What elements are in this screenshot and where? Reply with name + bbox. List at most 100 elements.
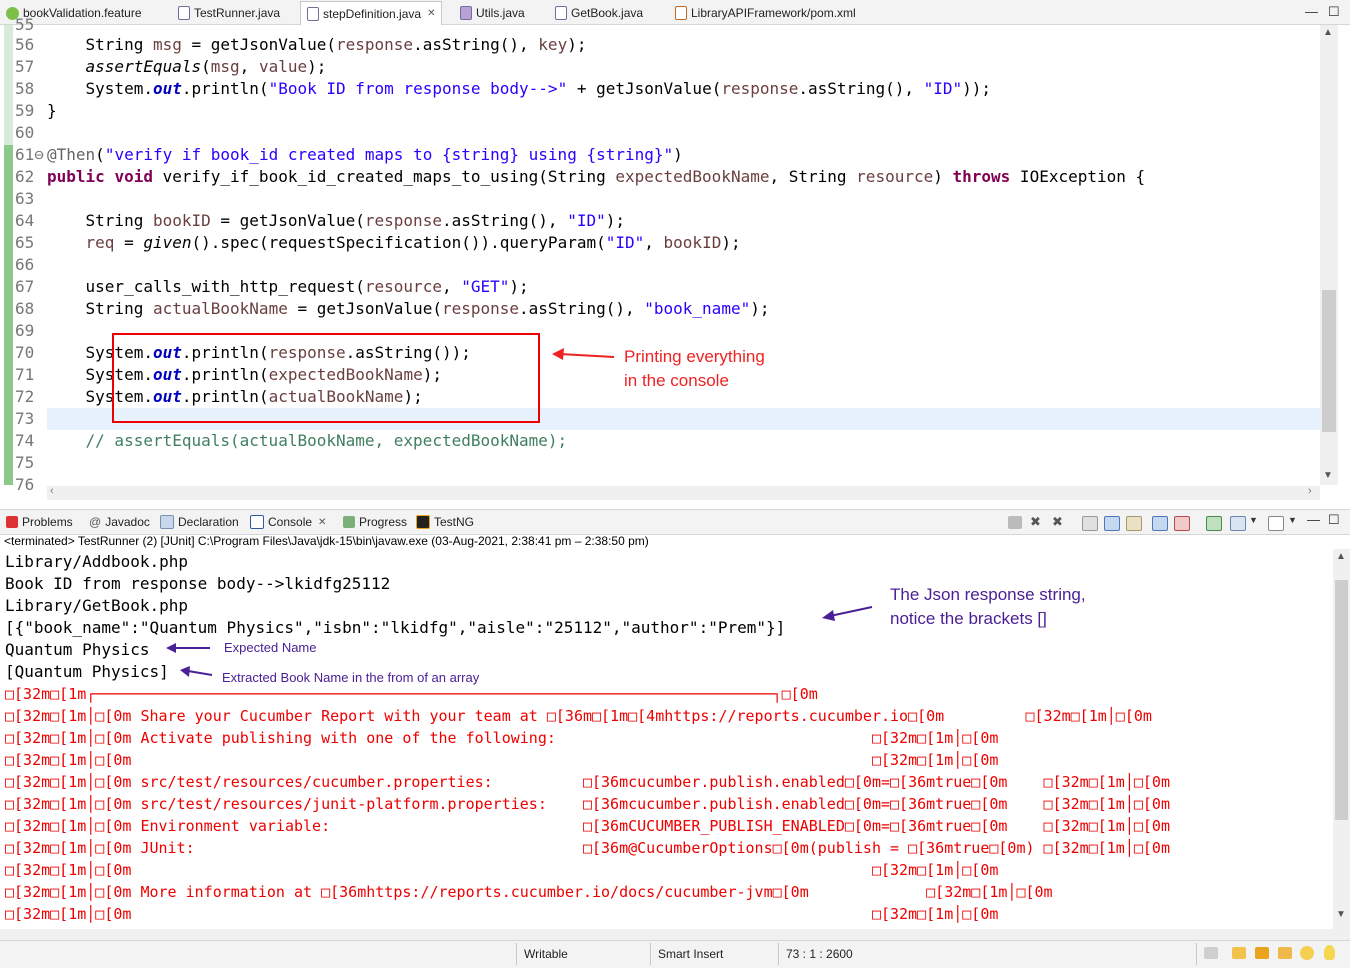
console-line: [{"book_name":"Quantum Physics","isbn":"… [5,618,786,637]
minimize-icon[interactable]: — [1307,512,1320,527]
scroll-up-icon[interactable]: ▲ [1323,27,1333,38]
annotation-printing-line1: Printing everything [624,347,765,366]
declaration-icon [160,515,174,529]
tab-problems[interactable]: Problems [6,515,73,529]
line-number[interactable]: 61⊖ [15,144,44,166]
chevron-down-icon[interactable]: ▼ [1288,515,1297,525]
pin-console-icon[interactable] [1206,516,1222,531]
maximize-icon[interactable]: ☐ [1328,4,1340,20]
console-horizontal-scrollbar[interactable] [0,929,1350,940]
lightbulb-icon[interactable] [1324,945,1335,960]
remove-all-icon[interactable]: ✖ [1052,514,1066,529]
show-on-error-icon[interactable] [1174,516,1190,531]
chevron-down-icon[interactable]: ▼ [1249,515,1258,525]
pencil-icon[interactable] [1278,947,1292,959]
java-file-icon [307,6,319,21]
console-line: Book ID from response body-->lkidfg25112 [5,574,391,593]
close-tab-icon[interactable]: ✕ [427,8,435,19]
java-file-icon [460,6,472,20]
line-number: 62 [15,167,35,186]
terminate-icon[interactable] [1008,516,1022,529]
code-line-67[interactable]: user_calls_with_http_request(resource, "… [47,276,529,298]
console-icon [250,515,264,529]
scroll-lock-icon[interactable] [1104,516,1120,531]
annotation-extracted-name: Extracted Book Name in the from of an ar… [222,670,480,685]
purple-arrow-icon [166,643,210,653]
open-console-icon[interactable] [1268,516,1284,531]
remove-launch-icon[interactable]: ✖ [1030,514,1044,529]
code-line-65[interactable]: req = given().spec(requestSpecification(… [47,232,741,254]
scroll-right-icon[interactable]: › [1308,485,1312,497]
editor-horizontal-scrollbar[interactable] [47,486,1320,500]
change-marker [4,145,13,485]
purple-arrow-icon [180,666,213,677]
tab-stepdefinition-java[interactable]: stepDefinition.java ✕ [300,1,443,25]
tab-pom-xml[interactable]: LibraryAPIFramework/pom.xml [675,3,856,23]
status-bar: Writable Smart Insert 73 : 1 : 2600 [0,940,1350,968]
tab-testrunner-java[interactable]: TestRunner.java [178,3,280,23]
hammer-icon[interactable] [1204,947,1218,959]
show-on-output-icon[interactable] [1152,516,1168,531]
tab-progress[interactable]: Progress [343,515,407,529]
tab-declaration[interactable]: Declaration [160,515,239,529]
tab-testng[interactable]: TestNG [416,515,474,529]
line-number: 56 [15,35,35,54]
line-number: 76 [15,475,35,494]
scroll-down-icon[interactable]: ▼ [1336,909,1346,920]
line-number: 58 [15,79,35,98]
code-line-62[interactable]: public void verify_if_book_id_created_ma… [47,166,1145,188]
smiley-icon[interactable] [1300,946,1314,960]
console-line: □[32m□[1m│□[0m □[32m□[1m│□[0m [5,861,999,879]
console-scroll-thumb[interactable] [1335,580,1348,820]
display-console-icon[interactable] [1230,516,1246,531]
line-number: 64 [15,211,35,230]
editor-scroll-thumb[interactable] [1322,290,1336,432]
line-number: 59 [15,101,35,120]
code-line-57[interactable]: assertEquals(msg, value); [47,56,327,78]
console-line: □[32m□[1m│□[0m □[32m□[1m│□[0m [5,751,999,769]
purple-arrow-icon [822,606,873,621]
console-line: Library/Addbook.php [5,552,189,571]
scroll-left-icon[interactable]: ‹ [50,485,54,497]
xml-file-icon [675,6,687,20]
code-line-56[interactable]: String msg = getJsonValue(response.asStr… [47,34,587,56]
maximize-icon[interactable]: ☐ [1328,512,1340,528]
code-line-64[interactable]: String bookID = getJsonValue(response.as… [47,210,625,232]
scroll-down-icon[interactable]: ▼ [1323,470,1333,481]
status-divider [516,943,517,965]
status-divider [650,943,651,965]
line-number: 68 [15,299,35,318]
line-number: 72 [15,387,35,406]
scroll-up-icon[interactable]: ▲ [1336,551,1346,562]
mortarboard-icon[interactable] [1255,947,1269,959]
close-tab-icon[interactable]: ✕ [318,517,326,528]
book-icon[interactable] [1232,947,1246,959]
annotation-printing-line2: in the console [624,371,729,390]
java-file-icon [178,6,190,20]
word-wrap-icon[interactable] [1126,516,1142,531]
tab-getbook-java[interactable]: GetBook.java [555,3,643,23]
console-process-label: <terminated> TestRunner (2) [JUnit] C:\P… [4,534,649,548]
minimize-icon[interactable]: — [1305,4,1318,19]
code-line-74[interactable]: // assertEquals(actualBookName, expected… [47,430,568,452]
console-line: [Quantum Physics] [5,662,169,681]
code-line-58[interactable]: System.out.println("Book ID from respons… [47,78,992,100]
javadoc-icon: @ [89,515,102,529]
console-line: □[32m□[1m│□[0m More information at □[36m… [5,883,1053,901]
clear-console-icon[interactable] [1082,516,1098,531]
tab-javadoc[interactable]: @ Javadoc [89,515,150,529]
tab-utils-java[interactable]: Utils.java [460,3,525,23]
code-line-61[interactable]: @Then("verify if book_id created maps to… [47,144,683,166]
console-line: □[32m□[1m┌──────────────────────────────… [5,685,818,703]
console-line: Library/GetBook.php [5,596,189,615]
code-line-68[interactable]: String actualBookName = getJsonValue(res… [47,298,770,320]
line-number: 75 [15,453,35,472]
code-line-59[interactable]: } [47,100,57,122]
tab-console[interactable]: Console ✕ [250,515,326,529]
status-cursor-position: 73 : 1 : 2600 [786,947,853,961]
view-tab-bar: Problems @ Javadoc Declaration Console ✕ P… [0,509,1350,535]
line-number: 66 [15,255,35,274]
annotation-json-line1: The Json response string, [890,585,1086,604]
console-line: Quantum Physics [5,640,150,659]
problems-icon [6,516,18,528]
